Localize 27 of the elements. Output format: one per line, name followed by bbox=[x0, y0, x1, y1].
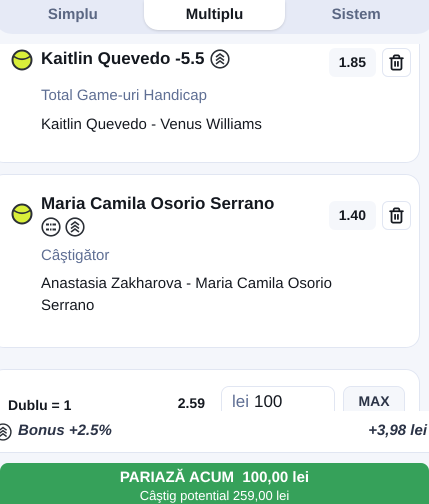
score-icon bbox=[41, 216, 61, 236]
tab[interactable]: Simplu bbox=[2, 0, 144, 30]
boost-icon bbox=[65, 216, 85, 236]
tennis-ball-icon bbox=[11, 49, 33, 71]
match-name: Kaitlin Quevedo - Venus Williams bbox=[41, 114, 263, 134]
tennis-ball-icon bbox=[11, 202, 33, 224]
delete-button[interactable] bbox=[382, 48, 411, 77]
market-name: Câştigător bbox=[41, 246, 110, 266]
bonus-label: Bonus +2.5% bbox=[18, 421, 112, 442]
stake-value: 100 bbox=[254, 392, 282, 411]
match-name: Anastasia Zakharova - Maria Camila Osorio Serrano bbox=[41, 274, 333, 316]
odds[interactable]: 1.40 bbox=[328, 200, 376, 230]
max-button[interactable]: MAX bbox=[343, 386, 405, 411]
trash-icon bbox=[388, 54, 405, 71]
selection-title: Kaitlin Quevedo -5.5 bbox=[41, 48, 204, 70]
currency-label: lei bbox=[232, 392, 250, 411]
tab[interactable]: Multiplu bbox=[144, 0, 286, 30]
trash-icon bbox=[388, 206, 405, 224]
tab[interactable]: Sistem bbox=[285, 0, 428, 30]
total-odds: 2.59 bbox=[178, 395, 205, 411]
selection-title: Maria Camila Osorio Serrano bbox=[41, 192, 274, 214]
bonus-amount: +3,98 lei bbox=[368, 421, 427, 442]
market-name: Total Game-uri Handicap bbox=[41, 86, 208, 106]
bet-type: Dublu = 1 bbox=[8, 397, 72, 411]
delete-button[interactable] bbox=[382, 200, 411, 230]
odds[interactable]: 1.85 bbox=[328, 48, 376, 77]
boost-icon bbox=[210, 49, 230, 69]
